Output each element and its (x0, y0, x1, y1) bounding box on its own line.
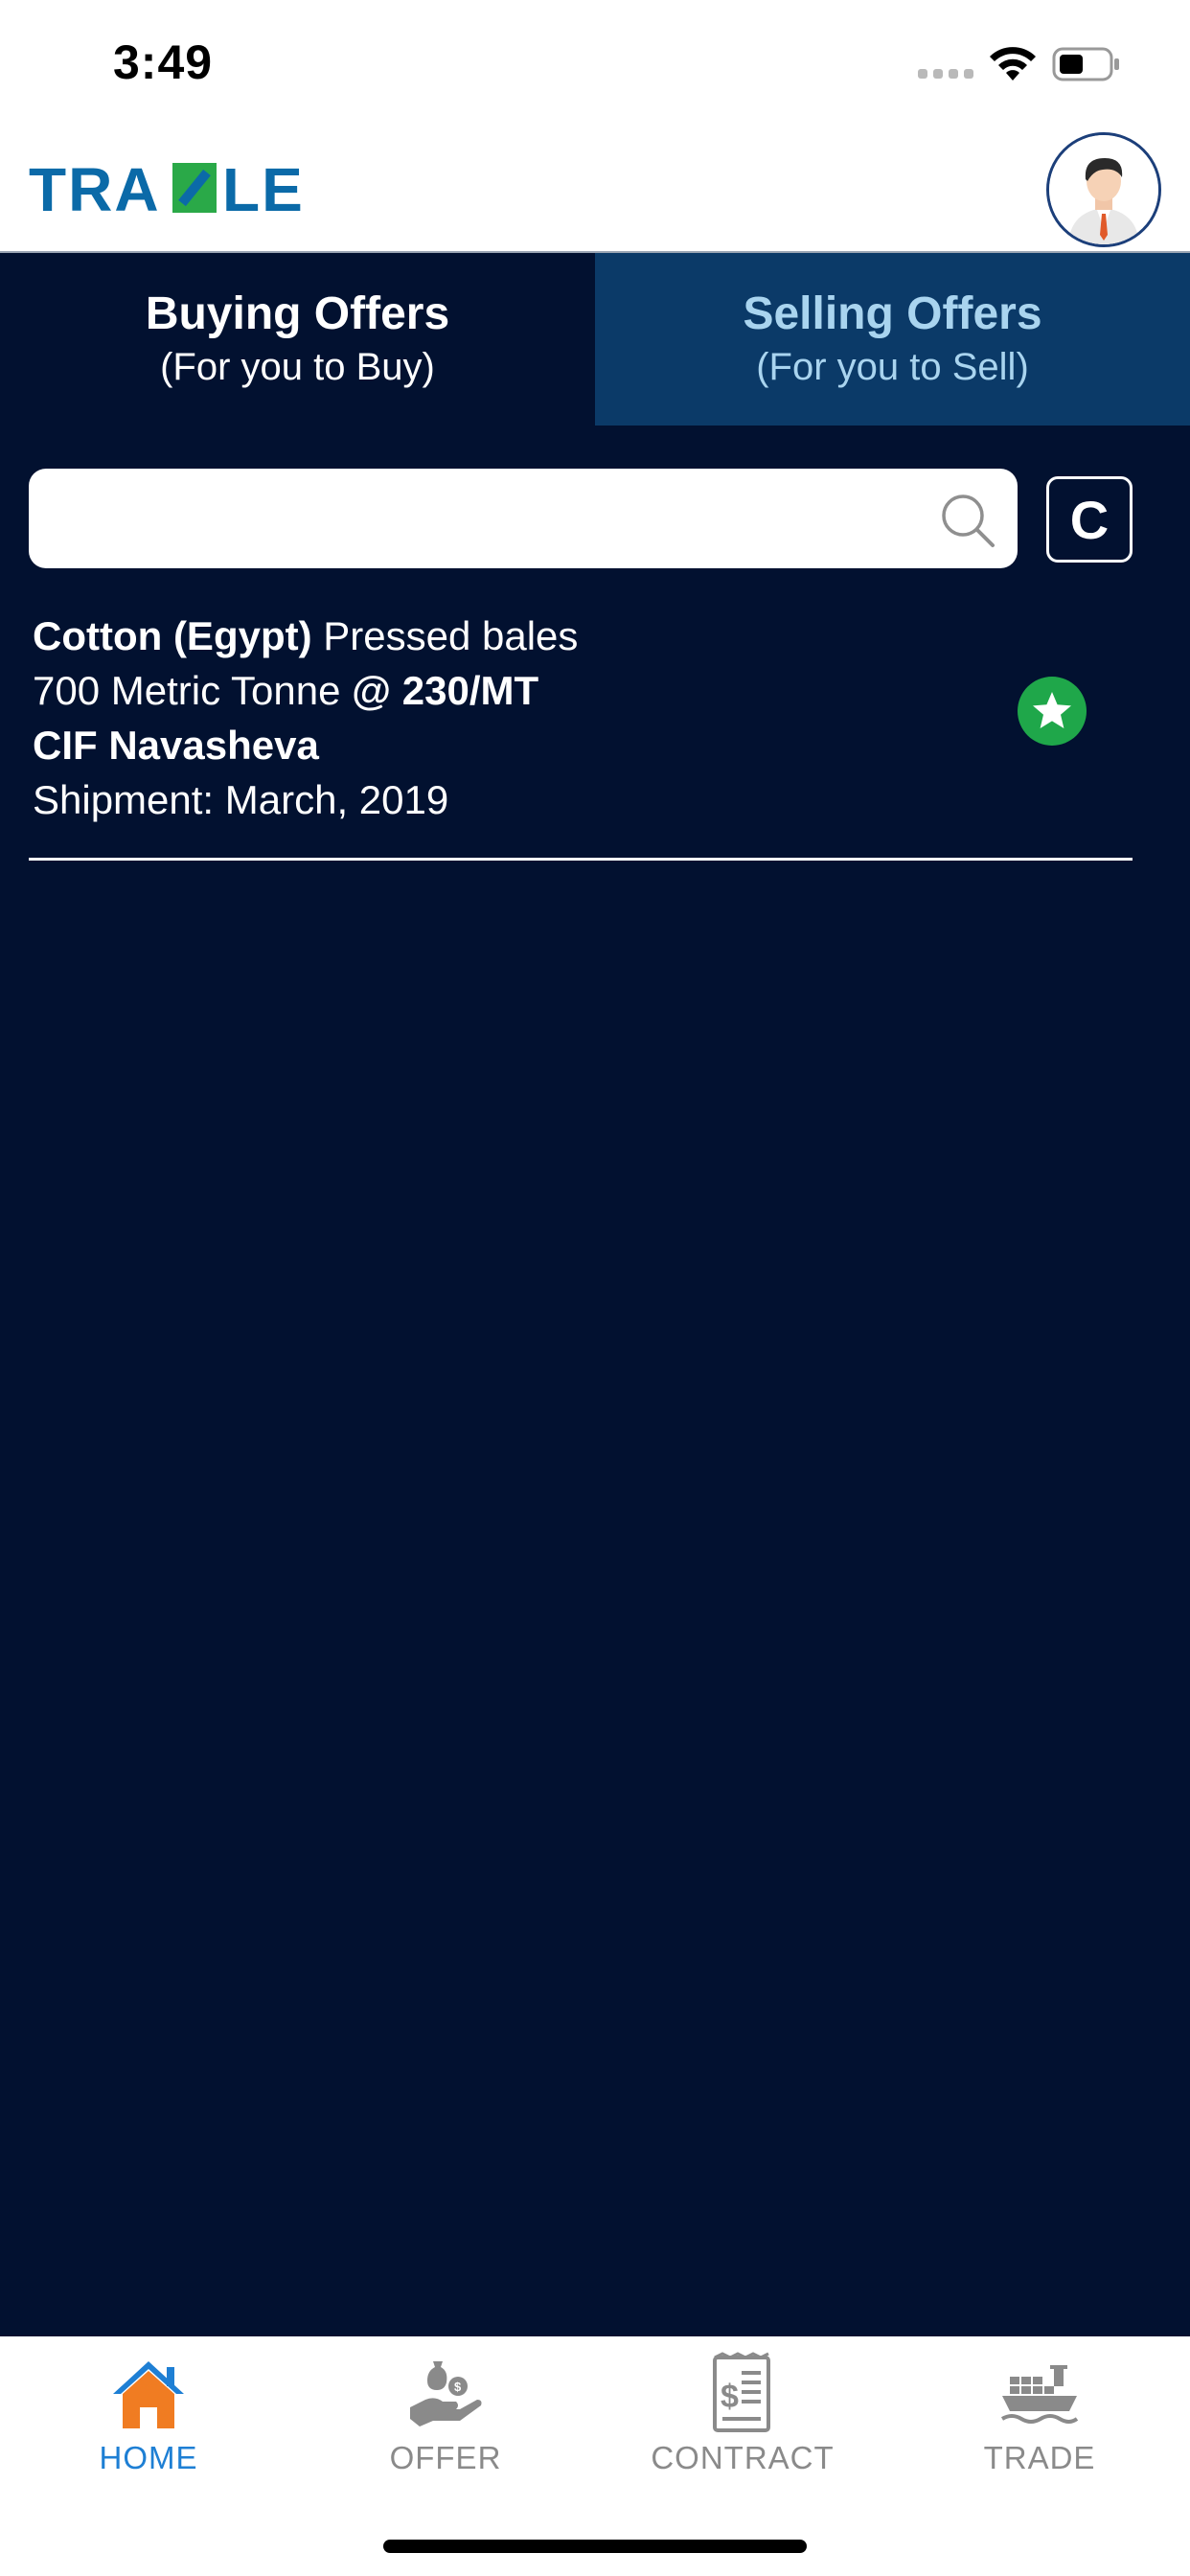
svg-text:LE: LE (222, 155, 305, 222)
offer-shipment-label: Shipment: (33, 777, 215, 822)
tradle-logo: TRA LE (29, 155, 305, 222)
status-time: 3:49 (113, 35, 214, 89)
nav-offer[interactable]: $ OFFER (297, 2336, 594, 2490)
tab-buying-offers[interactable]: Buying Offers (For you to Buy) (0, 253, 595, 426)
search-input[interactable] (52, 469, 914, 568)
search-bar (29, 469, 1018, 568)
offer-price-prefix: @ (352, 668, 392, 713)
home-indicator[interactable] (383, 2540, 807, 2553)
cargo-ship-icon (1000, 2365, 1079, 2424)
battery-icon (1052, 47, 1119, 81)
app-header: TRA LE (0, 126, 1190, 253)
offer-price: 230/MT (401, 668, 539, 713)
tab-buying-title: Buying Offers (145, 288, 450, 339)
tab-selling-subtitle: (For you to Sell) (756, 346, 1029, 388)
star-icon[interactable] (1018, 677, 1087, 746)
offer-list-item[interactable]: Cotton (Egypt) Pressed bales 700 Metric … (29, 610, 1133, 861)
svg-text:$: $ (721, 2379, 739, 2415)
tab-selling-title: Selling Offers (743, 288, 1042, 339)
offer-unit: Metric Tonne (110, 668, 341, 713)
clear-c-button[interactable]: C (1046, 476, 1133, 563)
user-avatar-icon[interactable] (1046, 132, 1161, 247)
tab-buying-subtitle: (For you to Buy) (160, 346, 435, 388)
offer-incoterm: CIF (33, 723, 98, 768)
nav-trade-label: TRADE (983, 2440, 1096, 2475)
status-bar: 3:49 (0, 0, 1190, 126)
svg-text:$: $ (454, 2380, 462, 2394)
offer-shipment-line: Shipment: March, 2019 (33, 773, 448, 827)
home-icon (113, 2361, 184, 2428)
offer-shipment-date: March, 2019 (224, 777, 449, 822)
offer-commodity: Cotton (Egypt) (33, 613, 312, 658)
tab-selling-offers[interactable]: Selling Offers (For you to Sell) (595, 253, 1190, 426)
offer-terms-line: CIF Navasheva (33, 719, 319, 772)
wifi-icon (990, 47, 1036, 80)
offer-quantity: 700 (33, 668, 101, 713)
offer-quantity-line: 700 Metric Tonne @ 230/MT (33, 664, 538, 718)
nav-offer-label: OFFER (389, 2440, 502, 2475)
signal-dots-icon (918, 69, 973, 79)
search-icon[interactable] (939, 492, 996, 549)
offer-packing: Pressed bales (323, 613, 579, 658)
nav-trade[interactable]: TRADE (891, 2336, 1188, 2490)
app-screen: 3:49 TRA LE Buying Offers (For you to Bu… (0, 0, 1190, 2576)
contract-document-icon: $ (713, 2352, 770, 2432)
nav-contract[interactable]: $ CONTRACT (594, 2336, 891, 2490)
nav-home-label: HOME (99, 2440, 198, 2475)
nav-contract-label: CONTRACT (651, 2440, 835, 2475)
offer-port: Navasheva (108, 723, 319, 768)
offer-tabs: Buying Offers (For you to Buy) Selling O… (0, 253, 1190, 426)
svg-text:TRA: TRA (29, 155, 161, 222)
offer-hand-money-icon: $ (410, 2361, 482, 2426)
offer-commodity-line: Cotton (Egypt) Pressed bales (33, 610, 578, 663)
nav-home[interactable]: HOME (0, 2336, 297, 2490)
